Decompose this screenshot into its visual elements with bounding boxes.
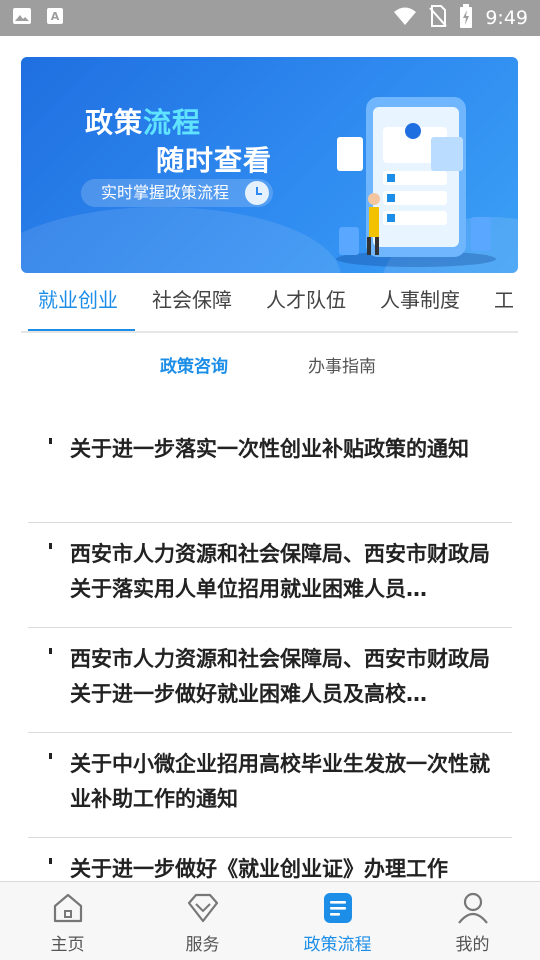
banner-wave-decoration bbox=[21, 207, 341, 273]
wifi-icon bbox=[393, 6, 417, 30]
nav-home[interactable]: 主页 bbox=[0, 882, 135, 960]
subtab-policy-consulting[interactable]: 政策咨询 bbox=[160, 350, 228, 384]
news-title: 关于进一步落实一次性创业补贴政策的通知 bbox=[70, 437, 469, 461]
nav-mine-label: 我的 bbox=[455, 935, 490, 955]
tab-talent[interactable]: 人才队伍 bbox=[249, 278, 363, 332]
banner-title: 政策流程 bbox=[85, 101, 201, 141]
home-icon bbox=[50, 890, 86, 926]
diamond-icon bbox=[185, 890, 221, 926]
document-icon bbox=[320, 890, 356, 926]
bullet-icon bbox=[49, 543, 52, 549]
tab-employment[interactable]: 就业创业 bbox=[21, 278, 135, 332]
nav-services-label: 服务 bbox=[185, 935, 220, 955]
nav-home-label: 主页 bbox=[50, 935, 85, 955]
bullet-icon bbox=[49, 438, 52, 444]
news-title: 关于中小微企业招用高校毕业生发放一次性就业补助工作的通知 bbox=[70, 752, 490, 811]
no-sim-icon bbox=[429, 5, 448, 31]
subtab-service-guide[interactable]: 办事指南 bbox=[308, 350, 376, 384]
nav-policy-process[interactable]: 政策流程 bbox=[270, 882, 405, 960]
banner-title-part2: 流程 bbox=[143, 106, 202, 139]
bullet-icon bbox=[49, 753, 52, 759]
tab-social-security[interactable]: 社会保障 bbox=[135, 278, 249, 332]
bottom-nav: 主页 服务 政策流程 我的 bbox=[0, 881, 540, 960]
nav-services[interactable]: 服务 bbox=[135, 882, 270, 960]
text-a-icon: A bbox=[46, 7, 64, 29]
bullet-icon bbox=[49, 858, 52, 864]
news-title: 西安市人力资源和社会保障局、西安市财政局关于进一步做好就业困难人员及高校… bbox=[70, 647, 490, 706]
news-title: 西安市人力资源和社会保障局、西安市财政局关于落实用人单位招用就业困难人员… bbox=[70, 542, 490, 601]
list-item[interactable]: 关于中小微企业招用高校毕业生发放一次性就业补助工作的通知 bbox=[28, 733, 512, 838]
nav-policy-process-label: 政策流程 bbox=[303, 935, 372, 955]
battery-charging-icon bbox=[459, 4, 473, 32]
image-icon bbox=[12, 7, 32, 29]
person-icon bbox=[455, 890, 491, 926]
clock-icon bbox=[245, 181, 269, 205]
banner-title-part1: 政策 bbox=[85, 106, 144, 139]
tab-personnel[interactable]: 人事制度 bbox=[363, 278, 477, 332]
sub-tabs: 政策咨询 办事指南 bbox=[0, 350, 540, 384]
list-item[interactable]: 关于进一步落实一次性创业补贴政策的通知 bbox=[28, 418, 512, 523]
list-item[interactable]: 西安市人力资源和社会保障局、西安市财政局关于落实用人单位招用就业困难人员… bbox=[28, 523, 512, 628]
policy-banner[interactable]: 政策流程 随时查看 实时掌握政策流程 bbox=[21, 57, 518, 273]
bullet-icon bbox=[49, 648, 52, 654]
tab-more-partial[interactable]: 工 bbox=[477, 278, 531, 332]
phone-illustration bbox=[321, 87, 511, 267]
status-time: 9:49 bbox=[485, 7, 528, 29]
status-bar: A 9:49 bbox=[0, 0, 540, 36]
news-list: 关于进一步落实一次性创业补贴政策的通知 西安市人力资源和社会保障局、西安市财政局… bbox=[28, 418, 512, 943]
category-tabs: 就业创业 社会保障 人才队伍 人事制度 工 bbox=[21, 278, 540, 332]
banner-subtitle: 随时查看 bbox=[156, 144, 273, 177]
tabs-divider bbox=[21, 331, 518, 333]
list-item[interactable]: 西安市人力资源和社会保障局、西安市财政局关于进一步做好就业困难人员及高校… bbox=[28, 628, 512, 733]
svg-text:A: A bbox=[51, 10, 60, 23]
nav-mine[interactable]: 我的 bbox=[405, 882, 540, 960]
